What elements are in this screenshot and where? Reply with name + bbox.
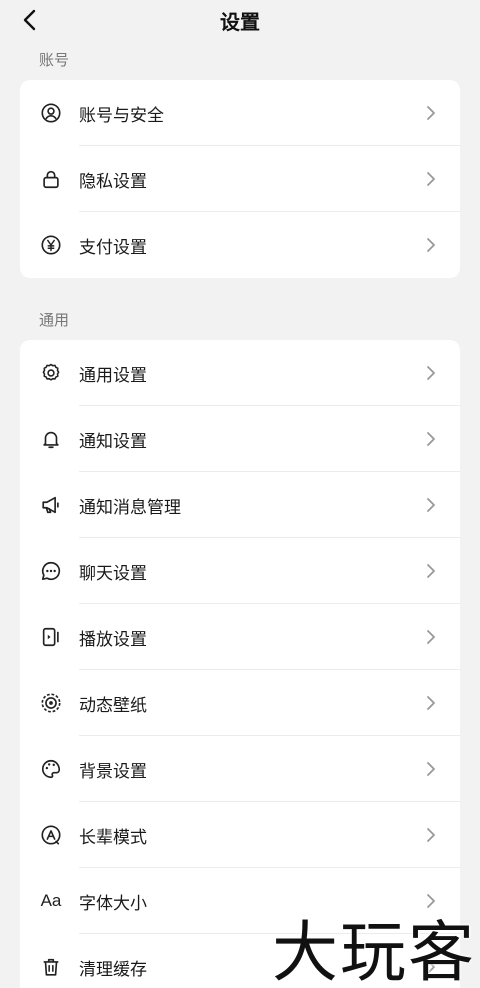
row-label: 隐私设置 bbox=[79, 171, 147, 192]
row-notification-message-management[interactable]: 通知消息管理 bbox=[20, 472, 460, 538]
settings-page: 设置 账号 账号与安全 隐私设置 支付设置 通用 通用设置 通知设置 通知消息管… bbox=[0, 0, 480, 988]
row-label: 通知设置 bbox=[79, 431, 147, 452]
section-label-general: 通用 bbox=[39, 311, 70, 329]
palette-icon bbox=[40, 758, 62, 780]
chevron-right-icon bbox=[424, 564, 438, 578]
row-payment-settings[interactable]: 支付设置 bbox=[20, 212, 460, 278]
chat-bubble-icon bbox=[40, 560, 62, 582]
row-label: 账号与安全 bbox=[79, 105, 164, 126]
chevron-right-icon bbox=[424, 238, 438, 252]
chevron-right-icon bbox=[424, 762, 438, 776]
chevron-right-icon bbox=[424, 172, 438, 186]
row-label: 通知消息管理 bbox=[79, 497, 181, 518]
row-label: 字体大小 bbox=[79, 893, 147, 914]
elder-mode-icon bbox=[40, 824, 62, 846]
chevron-right-icon bbox=[424, 498, 438, 512]
nav-header: 设置 bbox=[0, 0, 480, 40]
row-label: 动态壁纸 bbox=[79, 695, 147, 716]
chevron-right-icon bbox=[424, 696, 438, 710]
general-settings-card: 通用设置 通知设置 通知消息管理 聊天设置 播放设置 动态壁纸 背景设置 长辈模… bbox=[20, 340, 460, 988]
trash-icon bbox=[40, 956, 62, 978]
chevron-right-icon bbox=[424, 432, 438, 446]
row-label: 长辈模式 bbox=[79, 827, 147, 848]
yen-icon bbox=[40, 234, 62, 256]
watermark: 大玩客 bbox=[272, 914, 476, 988]
lock-icon bbox=[40, 168, 62, 190]
row-label: 聊天设置 bbox=[79, 563, 147, 584]
row-account-security[interactable]: 账号与安全 bbox=[20, 80, 460, 146]
chevron-right-icon bbox=[424, 630, 438, 644]
row-playback-settings[interactable]: 播放设置 bbox=[20, 604, 460, 670]
chevron-right-icon bbox=[424, 366, 438, 380]
row-chat-settings[interactable]: 聊天设置 bbox=[20, 538, 460, 604]
font-size-icon: Aa bbox=[40, 891, 62, 910]
row-label: 支付设置 bbox=[79, 237, 147, 258]
row-elder-mode[interactable]: 长辈模式 bbox=[20, 802, 460, 868]
page-title: 设置 bbox=[220, 10, 260, 34]
bell-icon bbox=[40, 428, 62, 450]
row-label: 通用设置 bbox=[79, 365, 147, 386]
row-label: 播放设置 bbox=[79, 629, 147, 650]
row-notification-settings[interactable]: 通知设置 bbox=[20, 406, 460, 472]
live-wallpaper-icon bbox=[40, 692, 62, 714]
chevron-right-icon bbox=[424, 828, 438, 842]
row-privacy-settings[interactable]: 隐私设置 bbox=[20, 146, 460, 212]
section-label-account: 账号 bbox=[39, 51, 70, 69]
row-label: 背景设置 bbox=[79, 761, 147, 782]
row-live-wallpaper[interactable]: 动态壁纸 bbox=[20, 670, 460, 736]
chevron-right-icon bbox=[424, 894, 438, 908]
chevron-right-icon bbox=[424, 106, 438, 120]
row-background-settings[interactable]: 背景设置 bbox=[20, 736, 460, 802]
user-circle-icon bbox=[40, 102, 62, 124]
account-settings-card: 账号与安全 隐私设置 支付设置 bbox=[20, 80, 460, 278]
gear-icon bbox=[40, 362, 62, 384]
megaphone-icon bbox=[40, 494, 62, 516]
play-panel-icon bbox=[40, 626, 62, 648]
row-general-settings[interactable]: 通用设置 bbox=[20, 340, 460, 406]
